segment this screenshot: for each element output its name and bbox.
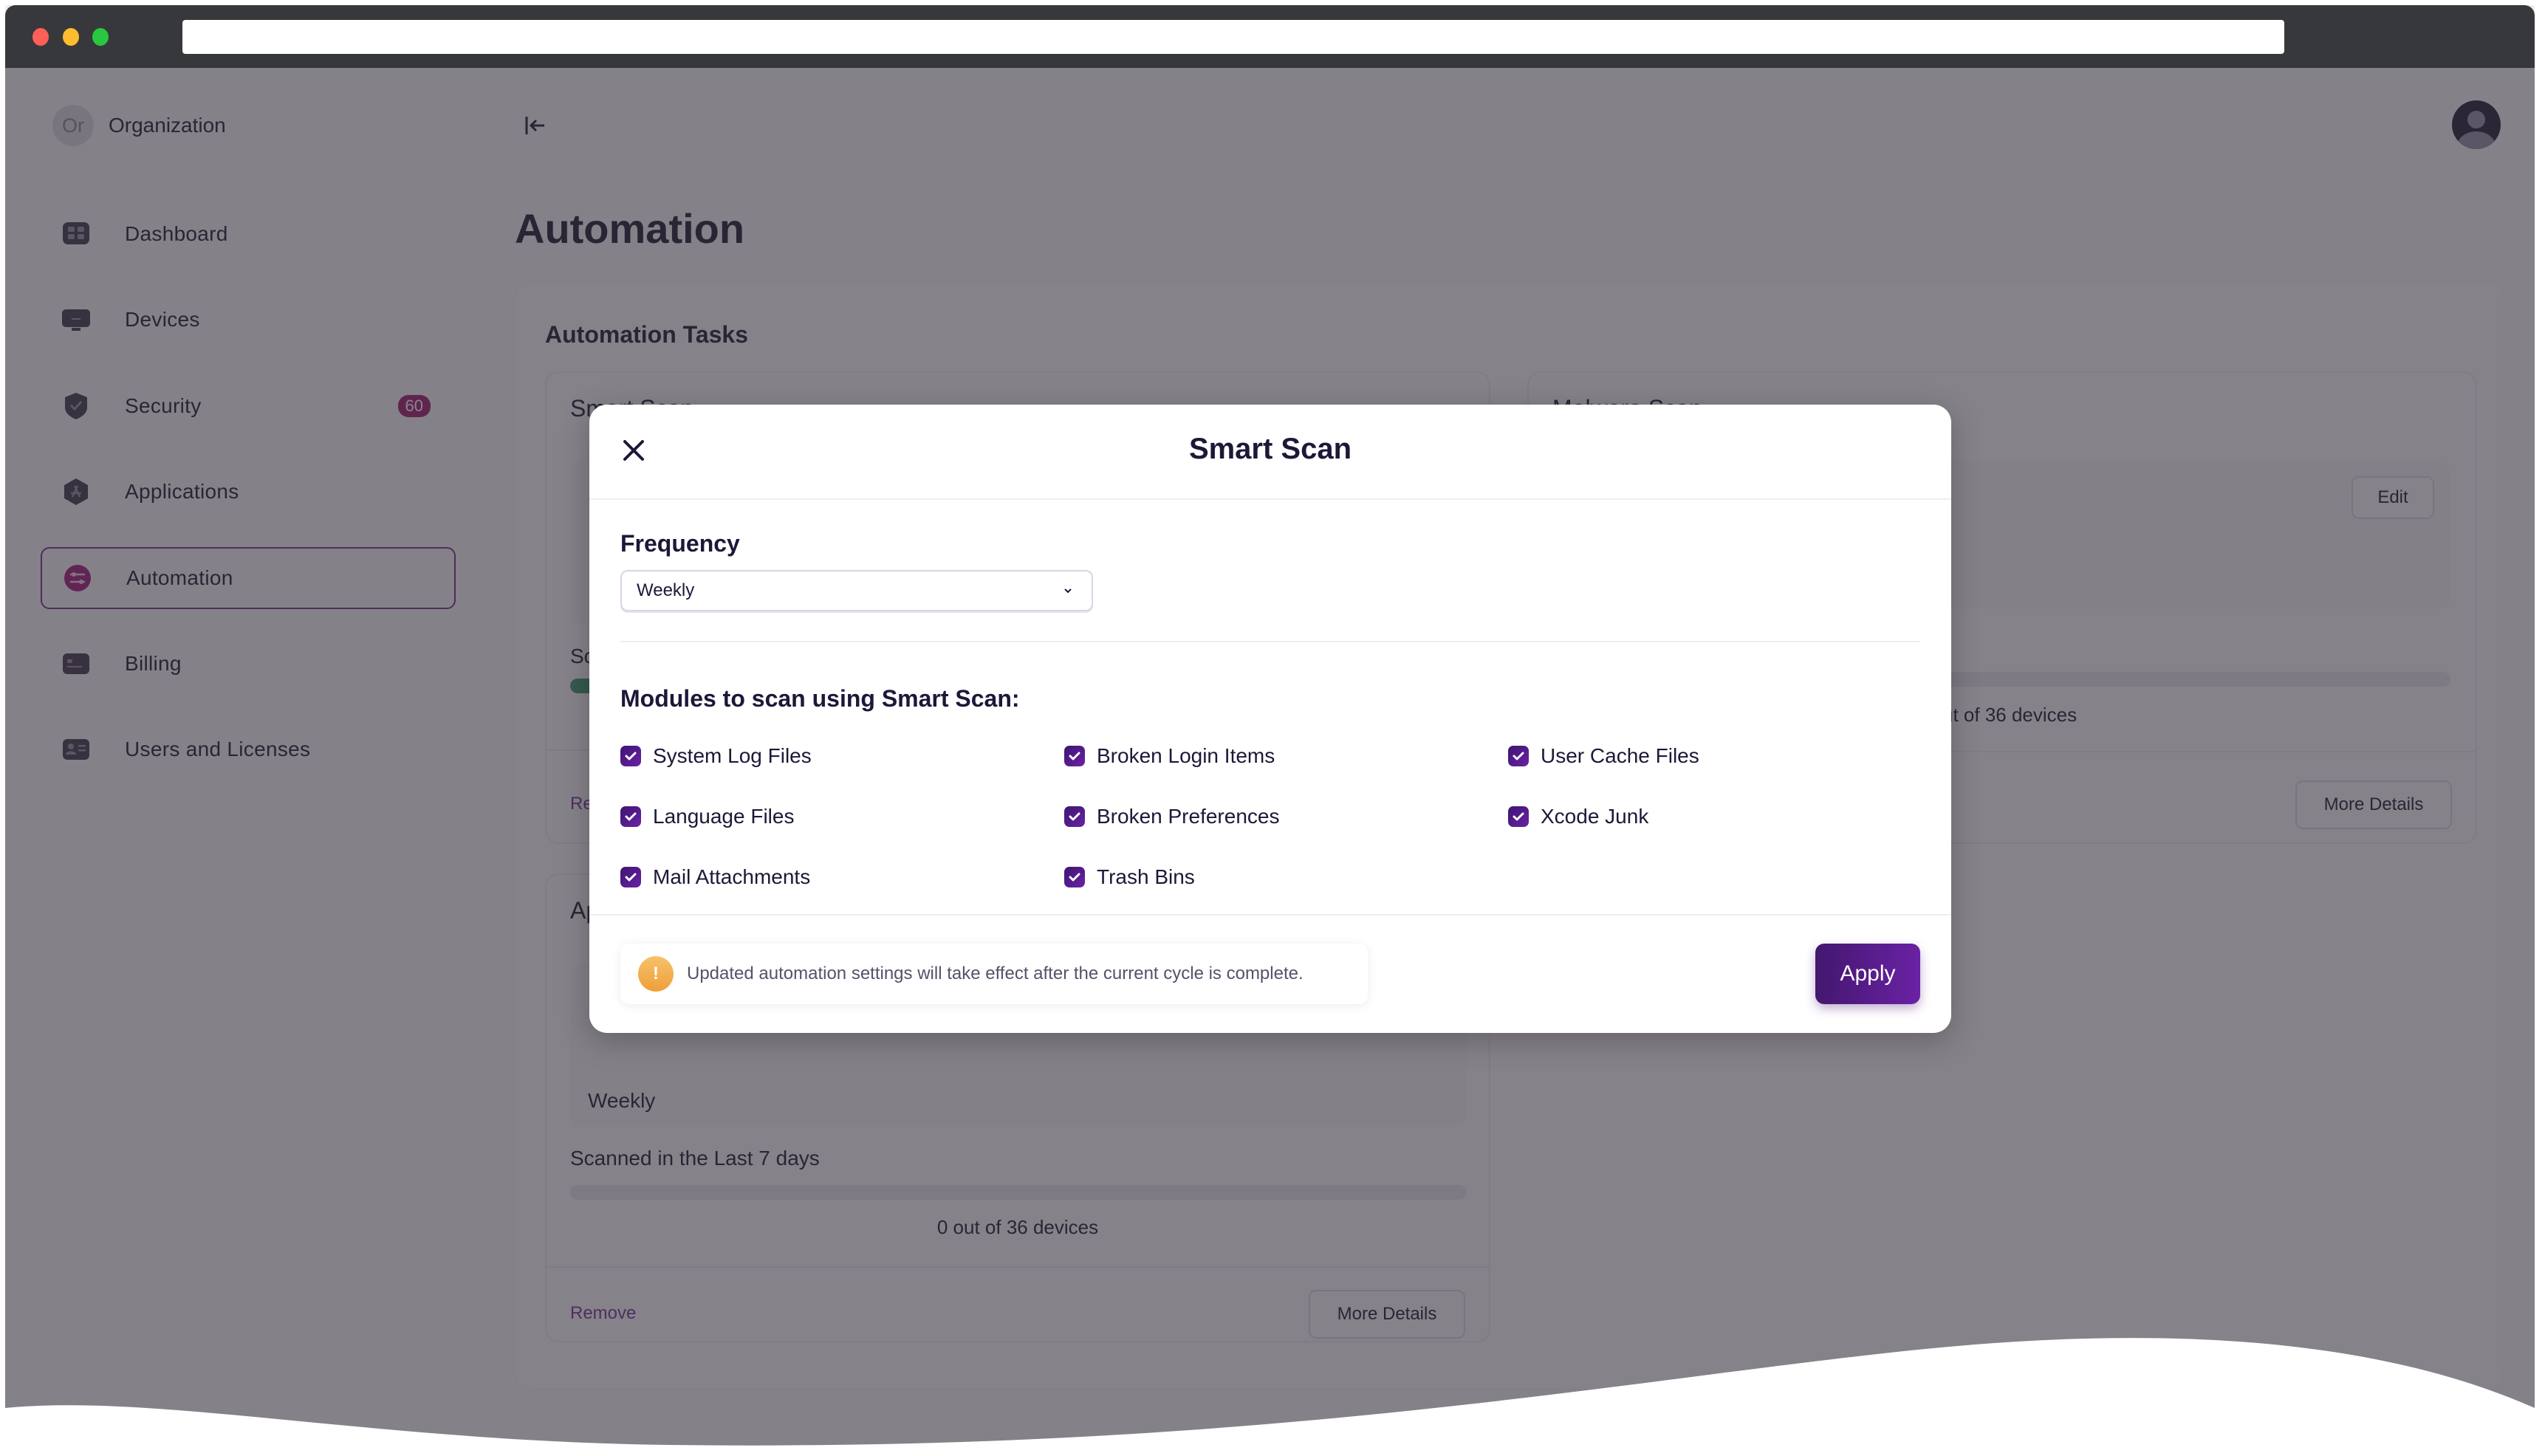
module-checkbox[interactable]: System Log Files xyxy=(620,744,812,768)
checkbox-checked-icon[interactable] xyxy=(620,867,641,887)
frequency-select-value: Weekly xyxy=(637,580,695,600)
apply-button[interactable]: Apply xyxy=(1815,944,1920,1004)
minimize-window-button[interactable] xyxy=(63,28,79,46)
module-label: Xcode Junk xyxy=(1541,805,1649,828)
maximize-window-button[interactable] xyxy=(92,28,109,46)
module-label: Broken Preferences xyxy=(1097,805,1280,828)
checkbox-checked-icon[interactable] xyxy=(620,806,641,827)
module-checkbox[interactable]: User Cache Files xyxy=(1508,744,1699,768)
module-label: Trash Bins xyxy=(1097,865,1195,888)
checkbox-checked-icon[interactable] xyxy=(1064,746,1085,766)
close-window-button[interactable] xyxy=(32,28,49,46)
checkbox-checked-icon[interactable] xyxy=(1508,746,1529,766)
module-checkbox[interactable]: Broken Login Items xyxy=(1064,744,1275,768)
modal-header-divider xyxy=(589,498,1951,500)
module-label: User Cache Files xyxy=(1541,744,1699,767)
module-label: Mail Attachments xyxy=(653,865,811,888)
module-checkbox[interactable]: Language Files xyxy=(620,805,794,828)
checkbox-checked-icon[interactable] xyxy=(1064,867,1085,887)
module-label: Language Files xyxy=(653,805,795,828)
browser-titlebar xyxy=(5,5,2535,68)
module-checkbox[interactable]: Trash Bins xyxy=(1064,865,1195,889)
warning-icon: ! xyxy=(638,956,674,992)
update-notice: ! Updated automation settings will take … xyxy=(620,944,1368,1004)
chevron-down-icon xyxy=(1061,583,1075,598)
module-checkbox[interactable]: Mail Attachments xyxy=(620,865,810,889)
module-checkbox[interactable]: Xcode Junk xyxy=(1508,805,1648,828)
checkbox-checked-icon[interactable] xyxy=(620,746,641,766)
module-checkbox[interactable]: Broken Preferences xyxy=(1064,805,1279,828)
smart-scan-modal: Smart Scan Frequency Weekly Modules to s… xyxy=(589,405,1951,1033)
section-divider xyxy=(620,641,1920,642)
address-bar[interactable] xyxy=(182,20,2284,54)
modal-footer-divider xyxy=(589,914,1951,916)
browser-window: Or Organization Dashboard Devices Securi… xyxy=(5,5,2535,1452)
notice-text: Updated automation settings will take ef… xyxy=(687,964,1304,983)
checkbox-checked-icon[interactable] xyxy=(1508,806,1529,827)
checkbox-checked-icon[interactable] xyxy=(1064,806,1085,827)
frequency-select[interactable]: Weekly xyxy=(620,570,1093,611)
screenshot-stage: Or Organization Dashboard Devices Securi… xyxy=(0,0,2545,1456)
module-label: Broken Login Items xyxy=(1097,744,1275,767)
module-label: System Log Files xyxy=(653,744,812,767)
modal-title: Smart Scan xyxy=(1188,433,1352,465)
modules-label: Modules to scan using Smart Scan: xyxy=(620,685,1020,712)
frequency-label: Frequency xyxy=(620,530,740,557)
